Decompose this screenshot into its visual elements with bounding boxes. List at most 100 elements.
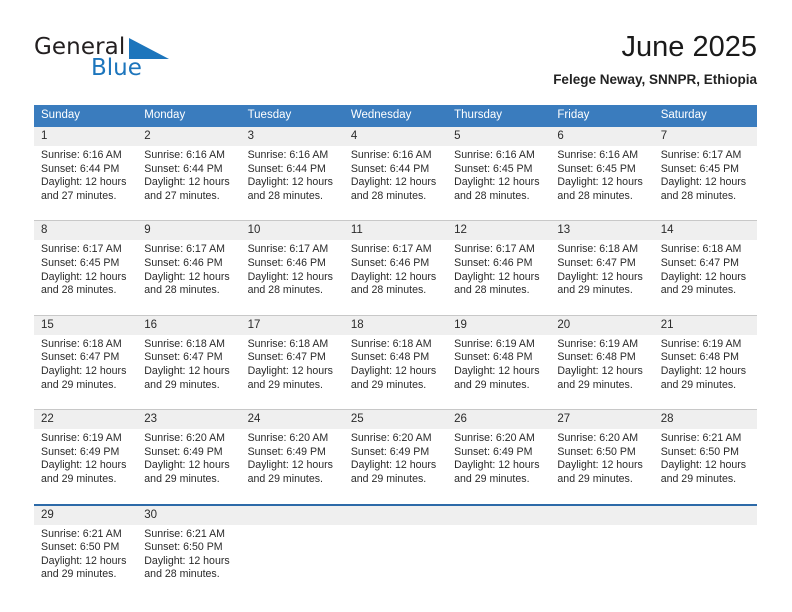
day-daylight-line: Daylight: 12 hours <box>350 364 437 377</box>
week-daynumber-row: 8 9 10 11 12 13 14 <box>34 220 757 241</box>
day-sunset-line: Sunset: 6:49 PM <box>350 445 430 458</box>
day-number-cell[interactable]: 23 <box>137 409 241 430</box>
day-daylight-line: and 29 minutes. <box>660 284 737 297</box>
day-daylight-line: and 29 minutes. <box>41 568 117 581</box>
day-number-cell[interactable]: 8 <box>34 220 138 241</box>
day-detail-cell: Sunrise: 6:20 AM Sunset: 6:49 PM Daylight:… <box>137 429 241 497</box>
day-sunset-line: Sunset: 6:45 PM <box>454 162 533 175</box>
title-block: June 2025 Felege Neway, SNNPR, Ethiopia <box>553 30 757 88</box>
day-number-cell[interactable]: 7 <box>653 127 757 146</box>
week-daynumber-row: 22 23 24 25 26 27 28 <box>34 409 757 430</box>
day-number-cell[interactable]: 2 <box>137 127 241 146</box>
day-sunset-line: Sunset: 6:47 PM <box>41 351 120 364</box>
day-number-cell[interactable]: 21 <box>653 314 757 335</box>
day-daylight-line: and 28 minutes. <box>454 189 530 202</box>
day-number-cell[interactable]: 14 <box>653 220 757 241</box>
week-spacer-row <box>34 496 757 505</box>
weekday-header-friday: Friday <box>550 105 654 127</box>
weekday-header-saturday: Saturday <box>653 105 757 127</box>
day-number-cell[interactable]: 25 <box>343 409 448 430</box>
day-number-cell[interactable]: 16 <box>137 314 241 335</box>
day-detail-cell: Sunrise: 6:17 AM Sunset: 6:46 PM Daylight:… <box>343 240 448 308</box>
week-spacer-cell <box>34 213 757 221</box>
day-daylight-line: and 29 minutes. <box>247 472 323 485</box>
day-sunrise-line: Sunrise: 6:19 AM <box>41 432 122 445</box>
day-daylight-line: Daylight: 12 hours <box>660 459 747 472</box>
day-number-cell[interactable]: 30 <box>137 503 241 525</box>
day-sunrise-line: Sunrise: 6:18 AM <box>144 337 225 350</box>
day-sunset-line: Sunset: 6:46 PM <box>454 256 533 269</box>
general-blue-logo[interactable]: General Blue <box>34 34 244 90</box>
day-number-cell[interactable]: 3 <box>240 127 344 146</box>
day-number-cell[interactable]: 24 <box>240 409 344 430</box>
day-sunset-line: Sunset: 6:50 PM <box>144 541 223 554</box>
week-spacer-row <box>34 213 757 221</box>
day-daylight-line: Daylight: 12 hours <box>247 459 333 472</box>
day-detail-cell: Sunrise: 6:16 AM Sunset: 6:44 PM Daylight:… <box>240 146 344 214</box>
sunrise-sunset-calendar-table: Sunday Monday Tuesday Wednesday Thursday… <box>34 105 757 592</box>
day-detail-cell: Sunrise: 6:18 AM Sunset: 6:47 PM Daylight:… <box>240 334 344 403</box>
day-number-cell[interactable]: 18 <box>343 314 448 335</box>
day-daylight-line: Daylight: 12 hours <box>454 364 540 377</box>
day-daylight-line: and 29 minutes. <box>144 378 220 391</box>
day-sunrise-line: Sunrise: 6:17 AM <box>454 243 535 256</box>
day-number-cell[interactable]: 12 <box>447 220 551 241</box>
day-number-cell[interactable]: 27 <box>550 409 654 430</box>
day-detail-cell: Sunrise: 6:21 AM Sunset: 6:50 PM Daylight:… <box>653 429 757 497</box>
day-sunrise-line: Sunrise: 6:16 AM <box>41 149 122 161</box>
day-daylight-line: Daylight: 12 hours <box>247 176 333 189</box>
day-sunset-line: Sunset: 6:47 PM <box>247 351 326 364</box>
day-sunset-line: Sunset: 6:45 PM <box>660 162 740 175</box>
day-number-cell[interactable]: 17 <box>240 314 344 335</box>
logo-text-blue: Blue <box>91 55 142 81</box>
day-sunrise-line: Sunrise: 6:21 AM <box>41 527 122 540</box>
day-detail-cell: Sunrise: 6:19 AM Sunset: 6:48 PM Daylight:… <box>550 334 654 403</box>
day-number-cell[interactable]: 13 <box>550 220 654 241</box>
day-sunrise-line: Sunrise: 6:20 AM <box>247 432 329 445</box>
day-number-cell-empty <box>653 503 757 525</box>
week-spacer-cell <box>34 307 757 316</box>
day-sunrise-line: Sunrise: 6:18 AM <box>557 243 639 256</box>
day-number-cell-empty <box>240 503 344 525</box>
page-header: General Blue June 2025 Felege Neway, SNN… <box>34 30 757 96</box>
day-sunset-line: Sunset: 6:46 PM <box>144 256 223 269</box>
day-number-cell[interactable]: 6 <box>550 127 654 146</box>
day-sunset-line: Sunset: 6:45 PM <box>557 162 636 175</box>
day-sunrise-line: Sunrise: 6:17 AM <box>350 243 432 256</box>
day-sunrise-line: Sunrise: 6:16 AM <box>144 149 225 161</box>
day-sunrise-line: Sunrise: 6:21 AM <box>144 527 225 540</box>
day-number-cell[interactable]: 11 <box>343 220 448 241</box>
day-number-cell[interactable]: 10 <box>240 220 344 241</box>
day-number-cell[interactable]: 4 <box>343 127 448 146</box>
day-sunrise-line: Sunrise: 6:17 AM <box>144 243 225 256</box>
day-daylight-line: Daylight: 12 hours <box>454 176 540 189</box>
day-detail-cell: Sunrise: 6:17 AM Sunset: 6:46 PM Daylight:… <box>240 240 344 308</box>
week-detail-row: Sunrise: 6:17 AM Sunset: 6:45 PM Daylight:… <box>34 240 757 308</box>
day-number-cell[interactable]: 20 <box>550 314 654 335</box>
day-daylight-line: Daylight: 12 hours <box>557 270 643 283</box>
day-number-cell[interactable]: 1 <box>34 127 138 146</box>
day-number-cell[interactable]: 22 <box>34 409 138 430</box>
day-detail-cell: Sunrise: 6:21 AM Sunset: 6:50 PM Daylight:… <box>34 524 138 592</box>
day-daylight-line: and 28 minutes. <box>557 189 633 202</box>
day-number-cell[interactable]: 29 <box>34 503 138 525</box>
day-daylight-line: Daylight: 12 hours <box>144 364 230 377</box>
day-sunset-line: Sunset: 6:50 PM <box>41 541 120 554</box>
day-number-cell[interactable]: 5 <box>447 127 551 146</box>
day-sunrise-line: Sunrise: 6:19 AM <box>557 337 639 350</box>
day-detail-cell: Sunrise: 6:19 AM Sunset: 6:48 PM Daylight:… <box>653 334 757 403</box>
day-number-cell[interactable]: 19 <box>447 314 551 335</box>
day-daylight-line: Daylight: 12 hours <box>144 459 230 472</box>
day-detail-cell: Sunrise: 6:16 AM Sunset: 6:44 PM Daylight:… <box>137 146 241 214</box>
day-sunset-line: Sunset: 6:48 PM <box>350 351 430 364</box>
week-spacer-cell <box>34 402 757 410</box>
day-number-cell[interactable]: 9 <box>137 220 241 241</box>
day-number-cell[interactable]: 28 <box>653 409 757 430</box>
calendar-body: 1 2 3 4 5 6 7 Sunrise: 6:16 AM Sunset: 6:44 PM Da… <box>34 127 757 592</box>
day-sunset-line: Sunset: 6:50 PM <box>660 445 740 458</box>
day-number-cell-empty <box>343 503 448 525</box>
day-sunset-line: Sunset: 6:44 PM <box>350 162 430 175</box>
day-number-cell[interactable]: 15 <box>34 314 138 335</box>
day-number-cell[interactable]: 26 <box>447 409 551 430</box>
day-sunrise-line: Sunrise: 6:19 AM <box>660 337 742 350</box>
